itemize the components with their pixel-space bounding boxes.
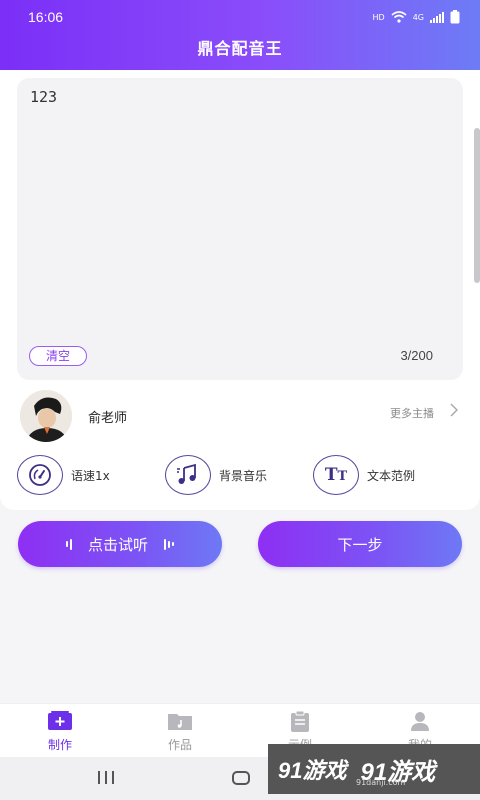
add-box-icon xyxy=(45,710,75,732)
tab-works[interactable]: 作品 xyxy=(140,710,220,753)
tab-works-label: 作品 xyxy=(167,738,192,752)
page-scrollbar[interactable] xyxy=(474,128,480,283)
text-tt-icon[interactable]: TT xyxy=(313,455,359,495)
person-portrait-icon xyxy=(20,390,72,442)
next-label: 下一步 xyxy=(337,535,383,554)
sound-wave-icon xyxy=(164,538,174,550)
page-title: 鼎合配音王 xyxy=(197,39,283,58)
editor-card: 123 清空 3/200 俞老师 更多主播 语速1x 背景音乐 TT 文本范例 xyxy=(0,70,480,510)
tab-make-label: 制作 xyxy=(47,738,72,752)
watermark-site: 91danji.com xyxy=(356,778,406,787)
battery-icon xyxy=(450,10,460,24)
preview-button[interactable]: 点击试听 xyxy=(18,521,222,567)
next-step-button[interactable]: 下一步 xyxy=(258,521,462,567)
speedometer-icon[interactable] xyxy=(17,455,63,495)
bg-music-label[interactable]: 背景音乐 xyxy=(219,467,267,484)
chevron-right-icon[interactable] xyxy=(450,403,459,421)
voice-selector-row[interactable]: 俞老师 更多主播 xyxy=(0,385,480,445)
text-sample-label[interactable]: 文本范例 xyxy=(367,467,415,484)
status-time: 16:06 xyxy=(28,9,64,25)
hd-indicator: HD xyxy=(372,12,385,22)
network-type-label: 4G xyxy=(412,12,424,22)
bg-music-option[interactable]: 背景音乐 xyxy=(165,455,267,495)
char-count: 3/200 xyxy=(400,348,433,363)
preview-label: 点击试听 xyxy=(87,535,148,554)
voice-name[interactable]: 俞老师 xyxy=(88,407,127,426)
watermark: 91游戏 91游戏 91danji.com xyxy=(268,744,480,794)
clear-button[interactable]: 清空 xyxy=(29,346,87,366)
text-sample-option[interactable]: TT 文本范例 xyxy=(313,455,415,495)
speed-label[interactable]: 语速1x xyxy=(71,467,110,484)
recents-icon[interactable] xyxy=(98,771,114,784)
app-header: 16:06 HD 4G 鼎合配音王 xyxy=(0,0,480,70)
music-folder-icon xyxy=(165,710,195,732)
tab-make[interactable]: 制作 xyxy=(20,710,100,753)
more-anchors-link[interactable]: 更多主播 xyxy=(390,405,434,421)
music-note-icon[interactable] xyxy=(165,455,211,495)
wifi-icon xyxy=(391,11,407,23)
script-text[interactable]: 123 xyxy=(30,88,57,106)
watermark-brand: 91游戏 xyxy=(278,758,347,783)
home-icon[interactable] xyxy=(232,771,250,785)
signal-icon xyxy=(430,11,444,23)
status-bar: 16:06 HD 4G xyxy=(0,0,480,34)
clipboard-icon xyxy=(285,710,315,732)
user-icon xyxy=(405,710,435,732)
speed-option[interactable]: 语速1x xyxy=(17,455,110,495)
status-icons: HD 4G xyxy=(373,10,460,24)
sound-wave-icon xyxy=(65,538,72,550)
watermark-logo: 91游戏 xyxy=(278,753,346,785)
voice-avatar[interactable] xyxy=(20,390,72,442)
script-textarea[interactable]: 123 清空 3/200 xyxy=(17,78,463,380)
